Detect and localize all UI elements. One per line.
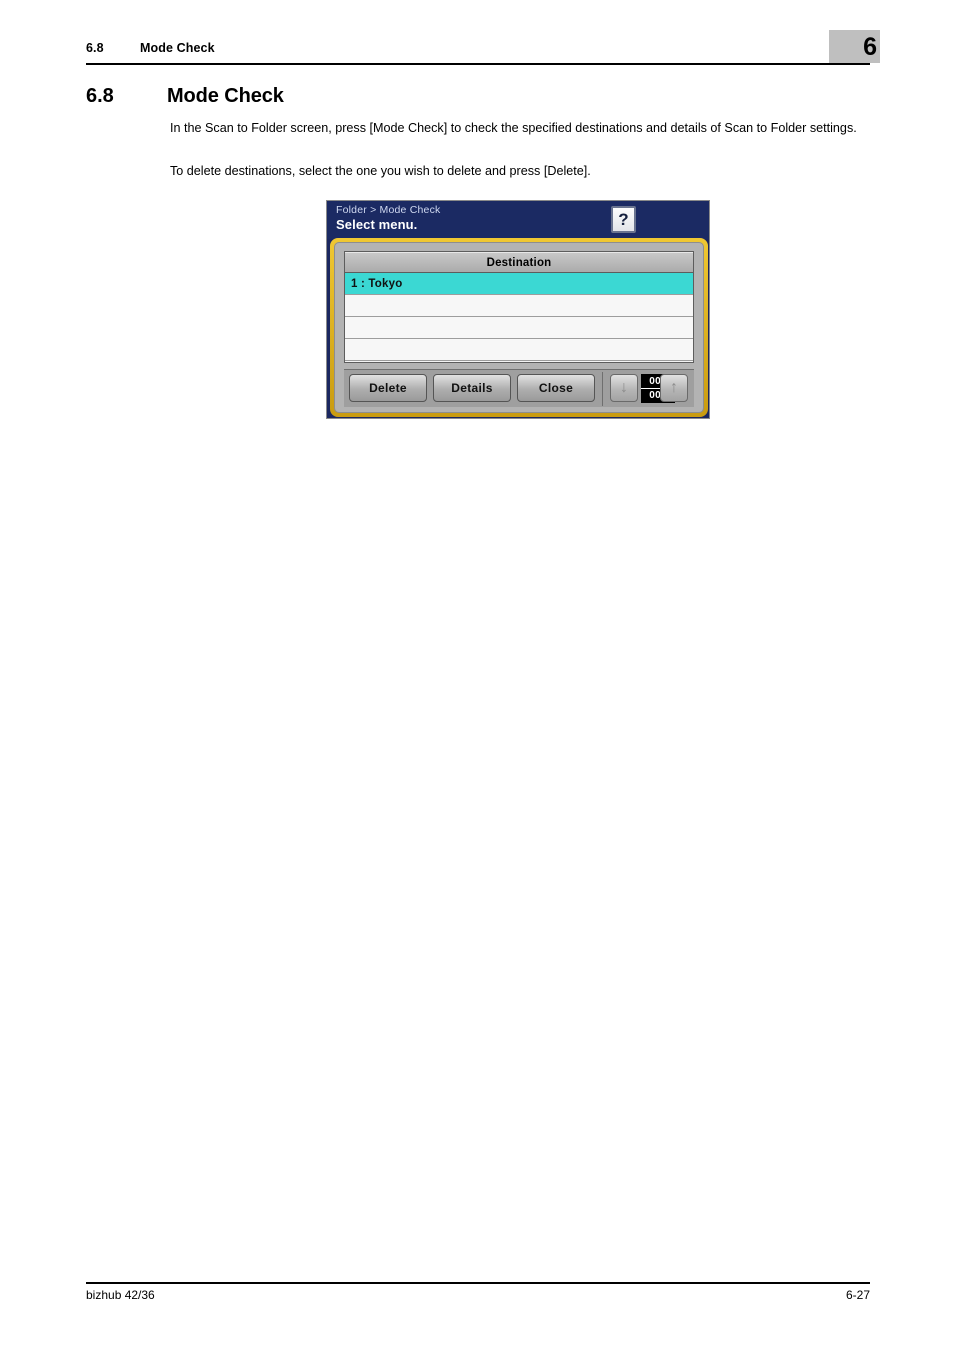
arrow-down-icon[interactable]: ↓	[610, 374, 638, 402]
device-panel-screenshot: Folder > Mode Check Select menu. ? Desti…	[326, 200, 710, 419]
page-title: Mode Check	[167, 85, 284, 107]
arrow-up-icon[interactable]: ↑	[660, 374, 688, 402]
body-paragraph-1: In the Scan to Folder screen, press [Mod…	[170, 121, 857, 135]
footer-page-number: 6-27	[845, 1288, 870, 1302]
panel-prompt: Select menu.	[336, 217, 418, 232]
delete-button[interactable]: Delete	[349, 374, 427, 402]
table-row[interactable]: 1 : Tokyo	[345, 273, 693, 295]
page-header: 6.8 Mode Check 6	[0, 0, 954, 70]
header-divider	[86, 63, 870, 65]
header-section-number: 6.8	[86, 41, 104, 55]
breadcrumb: Folder > Mode Check	[336, 204, 441, 216]
footer-divider	[86, 1282, 870, 1284]
destination-column-header: Destination	[345, 252, 693, 273]
panel-titlebar: Folder > Mode Check Select menu. ?	[327, 201, 709, 239]
help-icon[interactable]: ?	[611, 206, 636, 233]
button-bar-divider	[602, 372, 603, 406]
panel-button-bar: Delete Details Close ↓ 001 001 ↑	[344, 369, 694, 407]
section-number: 6.8	[86, 85, 114, 107]
footer-model: bizhub 42/36	[86, 1288, 155, 1302]
close-button[interactable]: Close	[517, 374, 595, 402]
details-button[interactable]: Details	[433, 374, 511, 402]
table-row[interactable]	[345, 317, 693, 339]
destination-list: Destination 1 : Tokyo	[344, 251, 694, 363]
panel-inner-surface: Destination 1 : Tokyo Delete Details Clo…	[334, 242, 704, 413]
chapter-number: 6	[863, 33, 877, 61]
table-row[interactable]	[345, 295, 693, 317]
header-section-title: Mode Check	[140, 41, 215, 55]
panel-gold-frame: Destination 1 : Tokyo Delete Details Clo…	[330, 238, 708, 417]
body-paragraph-2: To delete destinations, select the one y…	[170, 164, 591, 178]
table-row[interactable]	[345, 339, 693, 361]
